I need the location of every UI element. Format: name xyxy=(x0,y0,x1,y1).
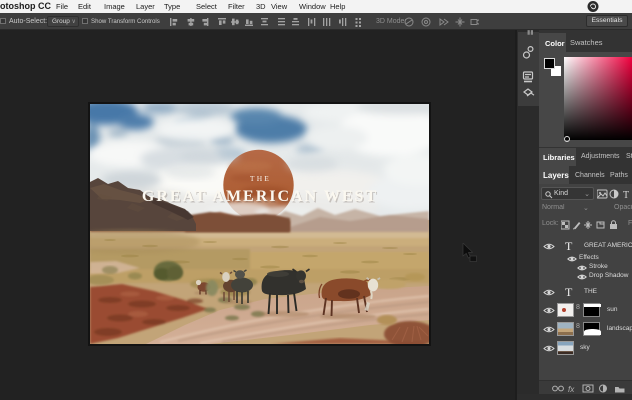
svg-text:GREAT AMERICAN WEST: GREAT AMERICAN WEST xyxy=(142,188,378,205)
svg-text:T: T xyxy=(623,190,629,200)
svg-text:THE: THE xyxy=(250,174,271,183)
svg-text:fx: fx xyxy=(568,385,575,393)
